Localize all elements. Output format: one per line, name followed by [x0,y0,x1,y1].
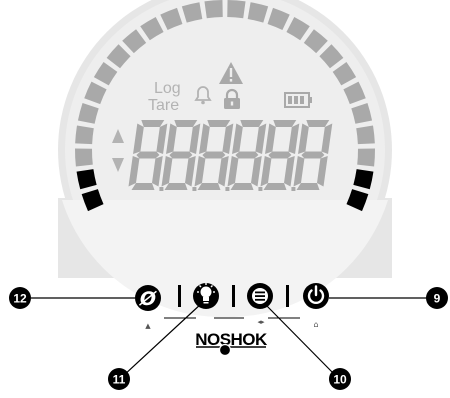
svg-text:12: 12 [13,292,27,306]
digit-segment [202,151,226,159]
bar-segment [227,0,246,19]
device-diagram: Log Tare Ø ▲ ◂▸ ⌂ NOSHOK 12 11 10 9 [9,0,448,390]
bar-segment [74,148,93,167]
digit-segment [169,151,193,159]
digit-segment [136,151,160,159]
svg-text:11: 11 [113,373,126,387]
left-right-arrow-icon: ◂▸ [257,318,265,326]
menu-button[interactable]: ◂▸ [247,283,273,326]
up-arrow-icon: ▲ [145,322,151,330]
separator [232,285,235,307]
callout-11: 11 [108,368,130,390]
separator [286,285,289,307]
tare-label: Tare [148,97,179,114]
power-button[interactable]: ⌂ [303,283,329,329]
svg-text:10: 10 [333,373,347,387]
svg-text:9: 9 [434,292,441,306]
brand-logo: NOSHOK [195,330,269,357]
digit-segment [301,151,325,159]
decimal-point [291,187,296,191]
decimal-point [159,187,164,191]
bar-segment [75,125,94,145]
menu-icon [252,288,268,304]
bar-segment [356,125,375,145]
callout-9: 9 [426,287,448,309]
digit-segment [235,151,259,159]
light-button[interactable] [193,283,219,309]
bar-segment [357,148,375,167]
decimal-point [258,187,263,191]
separator [178,285,181,307]
bar-segment [204,0,223,19]
log-label: Log [154,80,181,97]
brand-name: NOSHOK [195,330,268,349]
decimal-point [192,187,197,191]
callout-10: 10 [329,368,351,390]
digit-segment [268,151,292,159]
decimal-point [225,187,230,191]
zero-button[interactable]: Ø ▲ [135,285,161,330]
zero-icon: Ø [139,288,158,310]
callout-12: 12 [9,287,31,309]
home-icon: ⌂ [313,320,318,329]
